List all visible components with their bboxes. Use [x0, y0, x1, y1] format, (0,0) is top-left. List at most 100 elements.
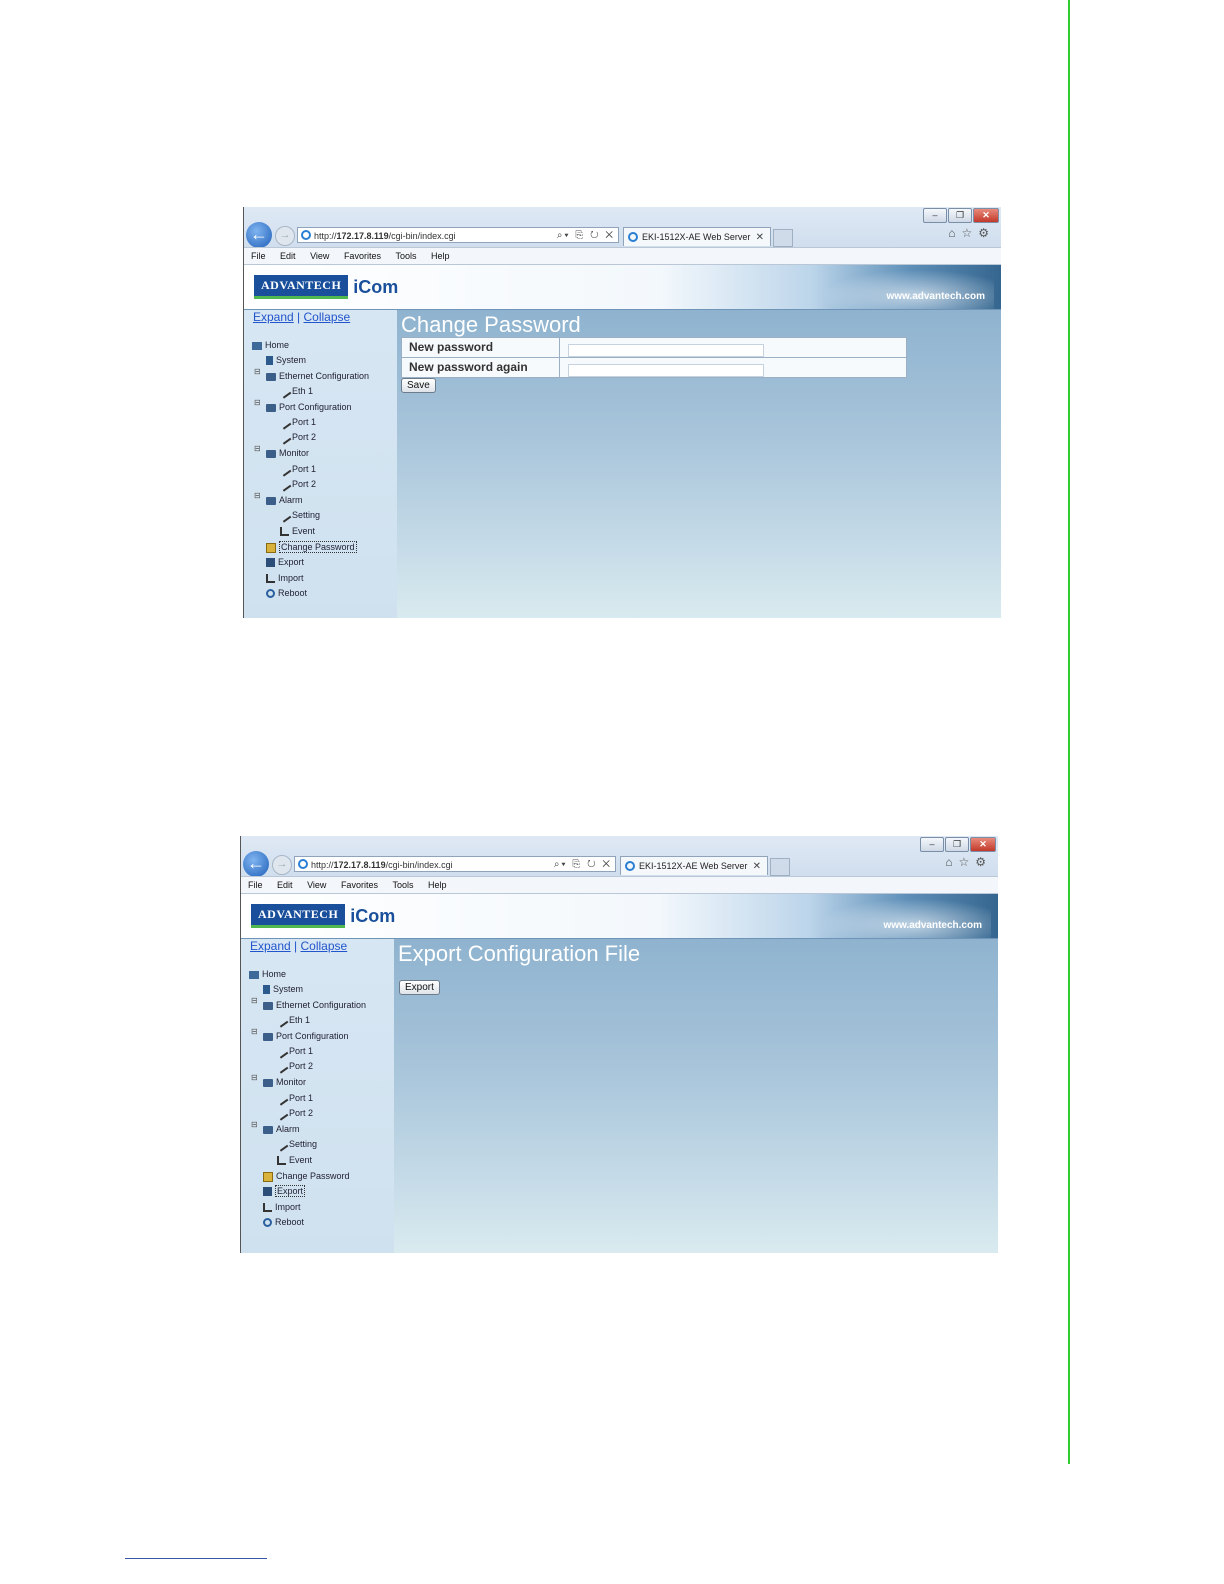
browser-tab[interactable]: EKI-1512X-AE Web Server ✕: [623, 227, 771, 246]
ie-icon: [625, 861, 635, 871]
tree-item-eth1[interactable]: Eth 1: [274, 1013, 310, 1028]
collapse-toggle-icon[interactable]: ⊟: [254, 444, 261, 453]
back-arrow-icon[interactable]: ←: [246, 222, 272, 248]
collapse-toggle-icon[interactable]: ⊟: [254, 367, 261, 376]
address-path: /cgi-bin/index.cgi: [385, 860, 453, 870]
home-favorites-settings-icons[interactable]: ⌂☆⚙: [945, 855, 992, 869]
event-icon: [277, 1156, 286, 1166]
tree-item-export[interactable]: Export: [266, 555, 304, 569]
tree-item-monitor-port1[interactable]: Port 1: [277, 462, 316, 477]
menu-tools[interactable]: Tools: [395, 251, 416, 261]
new-tab-button[interactable]: [770, 858, 790, 876]
tree-item-system[interactable]: System: [266, 353, 306, 367]
new-tab-button[interactable]: [773, 229, 793, 247]
minimize-icon[interactable]: –: [920, 837, 944, 852]
restore-icon[interactable]: ❐: [948, 208, 972, 223]
site-url: www.advantech.com: [883, 920, 982, 931]
new-password-again-input[interactable]: [568, 363, 764, 377]
close-icon[interactable]: ✕: [973, 208, 999, 223]
tree-item-monitor[interactable]: Monitor: [263, 1075, 306, 1089]
collapse-toggle-icon[interactable]: ⊟: [251, 996, 258, 1005]
tree-item-export[interactable]: Export: [263, 1184, 306, 1198]
logo-icom: iCom: [353, 276, 399, 297]
search-refresh-stop-icons[interactable]: ⌕▾ ⎘ ↻ ✕: [554, 857, 612, 873]
menu-view[interactable]: View: [310, 251, 329, 261]
tree-item-home[interactable]: Home: [249, 967, 286, 981]
collapse-toggle-icon[interactable]: ⊟: [254, 398, 261, 407]
tree-item-import[interactable]: Import: [263, 1200, 301, 1214]
address-bar[interactable]: http://172.17.8.119/cgi-bin/index.cgi ⌕▾…: [294, 856, 616, 872]
tree-item-monitor-port2[interactable]: Port 2: [277, 477, 316, 492]
menu-edit[interactable]: Edit: [277, 880, 293, 890]
home-icon: [252, 341, 262, 350]
tree-item-import[interactable]: Import: [266, 571, 304, 585]
tree-item-port2[interactable]: Port 2: [274, 1059, 313, 1074]
menu-view[interactable]: View: [307, 880, 326, 890]
wrench-icon: [277, 384, 292, 399]
tree-item-alarm[interactable]: Alarm: [263, 1122, 300, 1136]
menu-file[interactable]: File: [248, 880, 263, 890]
back-arrow-icon[interactable]: ←: [243, 851, 269, 877]
tree-item-alarm[interactable]: Alarm: [266, 493, 303, 507]
tree-item-event[interactable]: Event: [277, 1153, 312, 1167]
menu-file[interactable]: File: [251, 251, 266, 261]
tree-item-reboot[interactable]: Reboot: [263, 1215, 304, 1229]
tab-close-icon[interactable]: ✕: [756, 228, 764, 247]
tree-item-port1[interactable]: Port 1: [274, 1044, 313, 1059]
export-button[interactable]: Export: [399, 980, 440, 995]
tree-item-monitor[interactable]: Monitor: [266, 446, 309, 460]
menu-favorites[interactable]: Favorites: [341, 880, 378, 890]
tree-item-ethernet-configuration[interactable]: Ethernet Configuration: [266, 369, 369, 383]
search-refresh-stop-icons[interactable]: ⌕▾ ⎘ ↻ ✕: [557, 228, 615, 244]
menu-help[interactable]: Help: [428, 880, 447, 890]
restore-icon[interactable]: ❐: [945, 837, 969, 852]
tab-close-icon[interactable]: ✕: [753, 857, 761, 876]
tree-item-setting[interactable]: Setting: [274, 1137, 317, 1152]
new-password-input[interactable]: [568, 343, 764, 357]
tree-item-port-configuration[interactable]: Port Configuration: [263, 1029, 349, 1043]
window-controls: – ❐ ✕: [923, 208, 999, 223]
minimize-icon[interactable]: –: [923, 208, 947, 223]
tree-item-change-password[interactable]: Change Password: [263, 1169, 350, 1183]
collapse-toggle-icon[interactable]: ⊟: [251, 1073, 258, 1082]
menu-favorites[interactable]: Favorites: [344, 251, 381, 261]
tree-item-eth1[interactable]: Eth 1: [277, 384, 313, 399]
expand-link[interactable]: Expand: [253, 310, 294, 324]
tree-item-monitor-port1[interactable]: Port 1: [274, 1091, 313, 1106]
save-button[interactable]: Save: [401, 378, 436, 393]
tree-item-home[interactable]: Home: [252, 338, 289, 352]
menu-edit[interactable]: Edit: [280, 251, 296, 261]
tree-item-port2[interactable]: Port 2: [277, 430, 316, 445]
collapse-toggle-icon[interactable]: ⊟: [251, 1120, 258, 1129]
address-bar[interactable]: http://172.17.8.119/cgi-bin/index.cgi ⌕▾…: [297, 227, 619, 243]
home-favorites-settings-icons[interactable]: ⌂☆⚙: [948, 226, 995, 240]
tree-item-system[interactable]: System: [263, 982, 303, 996]
close-icon[interactable]: ✕: [970, 837, 996, 852]
browser-tab[interactable]: EKI-1512X-AE Web Server ✕: [620, 856, 768, 875]
folder-icon: [266, 403, 276, 412]
menu-help[interactable]: Help: [431, 251, 450, 261]
header-banner: ADVANTECH iCom www.advantech.com: [244, 265, 1001, 310]
new-password-again-label: New password again: [402, 358, 560, 377]
page-title: Export Configuration File: [398, 941, 641, 966]
tree-item-ethernet-configuration[interactable]: Ethernet Configuration: [263, 998, 366, 1012]
tree-item-reboot[interactable]: Reboot: [266, 586, 307, 600]
advantech-icom-logo: ADVANTECH iCom: [251, 904, 395, 928]
collapse-toggle-icon[interactable]: ⊟: [254, 491, 261, 500]
footer-rule: [125, 1558, 267, 1559]
expand-link[interactable]: Expand: [250, 939, 291, 953]
tree-item-monitor-port2[interactable]: Port 2: [274, 1106, 313, 1121]
tree-item-setting[interactable]: Setting: [277, 508, 320, 523]
collapse-toggle-icon[interactable]: ⊟: [251, 1027, 258, 1036]
tree-item-port1[interactable]: Port 1: [277, 415, 316, 430]
tree-item-event[interactable]: Event: [280, 524, 315, 538]
logo-advantech: ADVANTECH: [251, 904, 346, 928]
forward-arrow-icon[interactable]: →: [275, 226, 295, 246]
forward-arrow-icon[interactable]: →: [272, 855, 292, 875]
tools-icon: [274, 1137, 289, 1152]
menu-tools[interactable]: Tools: [392, 880, 413, 890]
tree-item-change-password[interactable]: Change Password: [266, 540, 357, 554]
collapse-link[interactable]: Collapse: [301, 939, 348, 953]
collapse-link[interactable]: Collapse: [304, 310, 351, 324]
tree-item-port-configuration[interactable]: Port Configuration: [266, 400, 352, 414]
